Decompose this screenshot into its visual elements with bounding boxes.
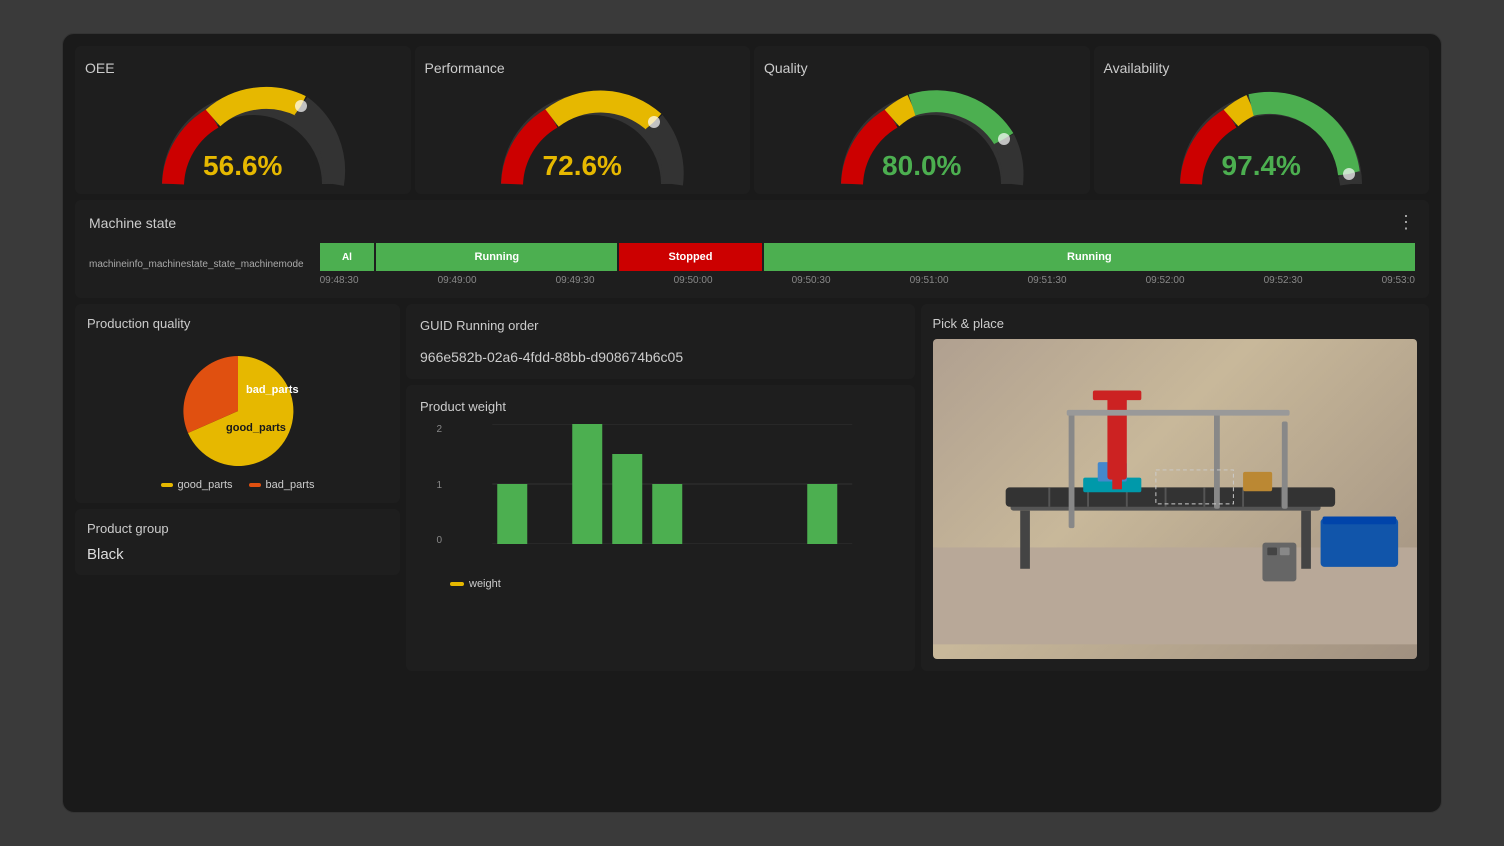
y-label-1: 1 (436, 480, 442, 491)
dashboard: OEE 56.6% Performance (62, 33, 1442, 813)
timeline-seg-stopped: Stopped (619, 243, 761, 271)
pick-place-card: Pick & place (921, 304, 1430, 671)
weight-card: Product weight 2 1 0 (406, 385, 915, 671)
timeline-bar: Al Running Stopped Running (320, 243, 1415, 271)
y-label-0: 0 (436, 535, 442, 546)
gauge-value-quality: 80.0% (882, 150, 961, 182)
timeline-seg-running1: Running (376, 243, 617, 271)
machine-state-card: Machine state ⋮ machineinfo_machinestate… (75, 200, 1429, 298)
pick-place-title: Pick & place (933, 316, 1418, 331)
timeline-area: Al Running Stopped Running 09:48:30 09:4… (320, 243, 1415, 286)
production-quality-title: Production quality (87, 316, 388, 331)
gauge-performance: 72.6% (492, 84, 672, 184)
gauge-row: OEE 56.6% Performance (75, 46, 1429, 194)
guid-value: 966e582b-02a6-4fdd-88bb-d908674b6c05 (420, 349, 901, 365)
gauge-title-oee: OEE (85, 60, 115, 76)
gauge-value-performance: 72.6% (543, 150, 622, 182)
legend-label-bad: bad_parts (266, 479, 315, 491)
time-label-9: 09:53:0 (1382, 275, 1415, 286)
legend-dot-bad (249, 483, 261, 487)
pie-legend: good_parts bad_parts (87, 479, 388, 491)
svg-text:bad_parts: bad_parts (246, 384, 299, 396)
bar-chart-svg: 5040 5044 5048 5052 5056 5060 5064 5068 … (444, 424, 901, 544)
y-axis: 2 1 0 (420, 424, 442, 546)
gauge-title-availability: Availability (1104, 60, 1170, 76)
timeline-seg-running2: Running (764, 243, 1415, 271)
timeline-labels: 09:48:30 09:49:00 09:49:30 09:50:00 09:5… (320, 275, 1415, 286)
svg-text:good_parts: good_parts (226, 422, 286, 434)
gauge-card-oee: OEE 56.6% (75, 46, 411, 194)
gauge-availability: 97.4% (1171, 84, 1351, 184)
guid-title: GUID Running order (420, 318, 901, 333)
gauge-card-availability: Availability 97.4% (1094, 46, 1430, 194)
gauge-oee: 56.6% (153, 84, 333, 184)
bottom-row: Production quality bad_parts good_parts (75, 304, 1429, 671)
gauge-value-oee: 56.6% (203, 150, 282, 182)
pick-place-image (933, 339, 1418, 659)
gauge-title-performance: Performance (425, 60, 505, 76)
production-quality-card: Production quality bad_parts good_parts (75, 304, 400, 503)
machine-state-title: Machine state (89, 215, 176, 231)
legend-good-parts: good_parts (161, 479, 233, 491)
weight-chart-area: 2 1 0 (420, 424, 901, 574)
machine-state-header: Machine state ⋮ (89, 212, 1415, 233)
gauge-title-quality: Quality (764, 60, 808, 76)
legend-dot-good (161, 483, 173, 487)
legend-bad-parts: bad_parts (249, 479, 315, 491)
time-label-0: 09:48:30 (320, 275, 359, 286)
timeline-row: machineinfo_machinestate_state_machinemo… (89, 243, 1415, 286)
time-label-2: 09:49:30 (556, 275, 595, 286)
time-label-1: 09:49:00 (438, 275, 477, 286)
gauge-quality: 80.0% (832, 84, 1012, 184)
time-label-3: 09:50:00 (674, 275, 713, 286)
time-label-4: 09:50:30 (792, 275, 831, 286)
time-label-5: 09:51:00 (910, 275, 949, 286)
time-label-7: 09:52:00 (1146, 275, 1185, 286)
weight-legend-dot (450, 582, 464, 586)
product-group-value: Black (87, 546, 388, 563)
left-column: Production quality bad_parts good_parts (75, 304, 400, 671)
weight-legend-label: weight (469, 578, 501, 590)
y-label-2: 2 (436, 424, 442, 435)
machine-mode-label: machineinfo_machinestate_state_machinemo… (89, 259, 304, 270)
legend-label-good: good_parts (178, 479, 233, 491)
gauge-card-quality: Quality 80.0% (754, 46, 1090, 194)
more-options-icon[interactable]: ⋮ (1397, 212, 1415, 233)
time-label-8: 09:52:30 (1264, 275, 1303, 286)
product-group-title: Product group (87, 521, 388, 536)
gauge-value-availability: 97.4% (1222, 150, 1301, 182)
timeline-seg-al: Al (320, 243, 375, 271)
time-label-6: 09:51:30 (1028, 275, 1067, 286)
weight-chart-legend: weight (420, 578, 901, 590)
product-group-card: Product group Black (75, 509, 400, 575)
guid-card: GUID Running order 966e582b-02a6-4fdd-88… (406, 304, 915, 379)
weight-title: Product weight (420, 399, 901, 414)
pie-chart-container: bad_parts good_parts (87, 341, 388, 471)
gauge-card-performance: Performance 72.6% (415, 46, 751, 194)
middle-column: GUID Running order 966e582b-02a6-4fdd-88… (406, 304, 915, 671)
